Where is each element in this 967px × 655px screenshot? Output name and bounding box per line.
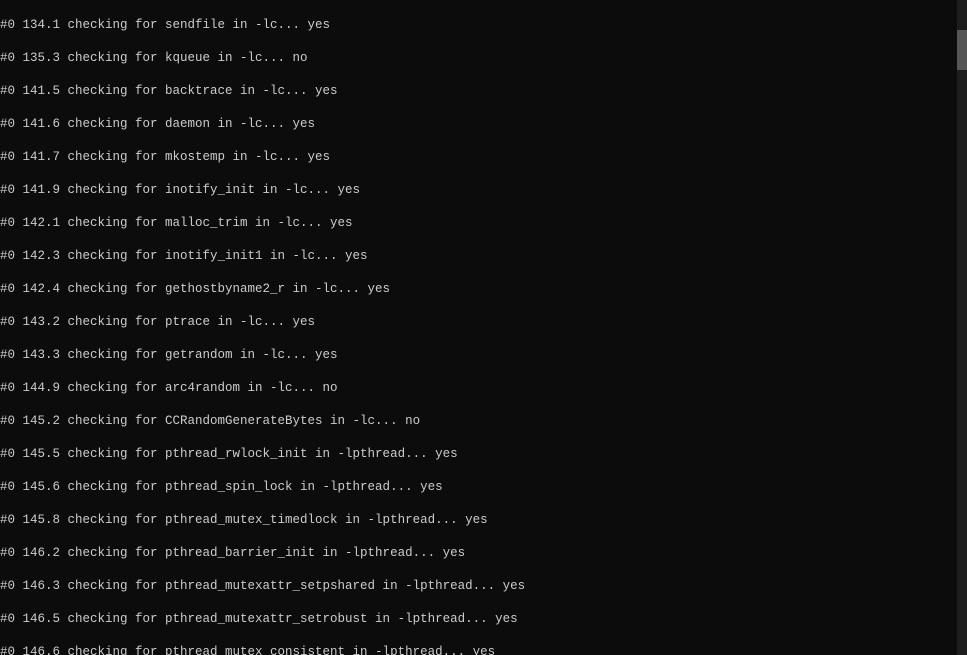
log-line: #0 135.3 checking for kqueue in -lc... n…: [0, 50, 957, 67]
log-line: #0 141.5 checking for backtrace in -lc..…: [0, 83, 957, 100]
log-line: #0 146.6 checking for pthread_mutex_cons…: [0, 644, 957, 655]
log-line: #0 141.6 checking for daemon in -lc... y…: [0, 116, 957, 133]
log-line: #0 142.4 checking for gethostbyname2_r i…: [0, 281, 957, 298]
log-line: #0 134.1 checking for sendfile in -lc...…: [0, 17, 957, 34]
log-line: #0 146.2 checking for pthread_barrier_in…: [0, 545, 957, 562]
log-line: #0 146.5 checking for pthread_mutexattr_…: [0, 611, 957, 628]
log-line: #0 141.7 checking for mkostemp in -lc...…: [0, 149, 957, 166]
log-line: #0 145.2 checking for CCRandomGenerateBy…: [0, 413, 957, 430]
log-line: #0 145.8 checking for pthread_mutex_time…: [0, 512, 957, 529]
scrollbar-track[interactable]: [957, 0, 967, 655]
log-line: #0 146.3 checking for pthread_mutexattr_…: [0, 578, 957, 595]
log-line: #0 143.3 checking for getrandom in -lc..…: [0, 347, 957, 364]
log-line: #0 145.5 checking for pthread_rwlock_ini…: [0, 446, 957, 463]
log-line: #0 144.9 checking for arc4random in -lc.…: [0, 380, 957, 397]
log-line: #0 142.3 checking for inotify_init1 in -…: [0, 248, 957, 265]
terminal-output: #0 134.1 checking for sendfile in -lc...…: [0, 0, 957, 655]
log-line: #0 143.2 checking for ptrace in -lc... y…: [0, 314, 957, 331]
scrollbar-thumb[interactable]: [957, 30, 967, 70]
log-line: #0 141.9 checking for inotify_init in -l…: [0, 182, 957, 199]
log-line: #0 145.6 checking for pthread_spin_lock …: [0, 479, 957, 496]
log-line: #0 142.1 checking for malloc_trim in -lc…: [0, 215, 957, 232]
